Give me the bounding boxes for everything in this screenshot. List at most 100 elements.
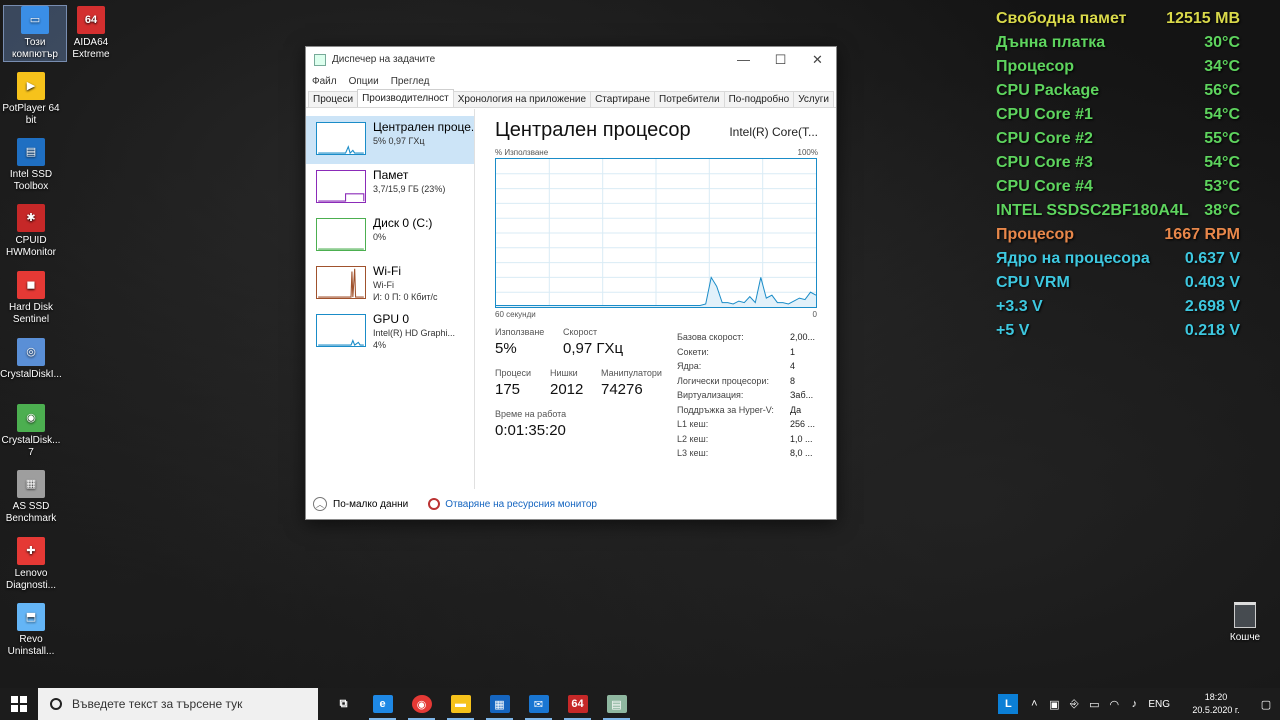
desktop-icon[interactable]: ▭ Този компютър xyxy=(3,5,67,62)
sensor-value: 0.637 V xyxy=(1184,250,1240,267)
tab-details[interactable]: По-подробно xyxy=(723,91,795,107)
sensor-value: 54°C xyxy=(1204,106,1240,123)
resource-item[interactable]: Памет 3,7/15,9 ГБ (23%) xyxy=(306,164,474,212)
desktop-icon[interactable]: ◎ CrystalDiskI... xyxy=(0,338,62,381)
crystaldiskinfo-icon: ◎ xyxy=(17,338,45,366)
resource-text: Wi-Fi Wi-Fi И: 0 П: 0 Кбит/с xyxy=(373,264,473,303)
tab-processes[interactable]: Процеси xyxy=(308,91,359,107)
taskbar-app[interactable]: ▬ xyxy=(441,688,480,720)
tray-usb-icon[interactable]: ⎆ xyxy=(1064,698,1084,711)
desktop-icon[interactable]: ◉ CrystalDisk... 7 xyxy=(0,404,62,459)
title-bar[interactable]: Диспечер на задачите — ☐ ✕ xyxy=(306,47,836,72)
fewer-details-button[interactable]: По-малко данни xyxy=(333,499,408,510)
task-manager-window[interactable]: Диспечер на задачите — ☐ ✕ Файл Опции Пр… xyxy=(305,46,837,520)
close-button[interactable]: ✕ xyxy=(799,52,836,68)
spec-key: Логически процесори: xyxy=(677,375,769,386)
desktop-icon[interactable]: ⬒ Revo Uninstall... xyxy=(0,603,62,658)
notifications-icon[interactable]: ▢ xyxy=(1252,698,1280,711)
desktop-icon-label: AIDA64 Extreme xyxy=(72,37,110,60)
taskbar-app[interactable]: ✉ xyxy=(519,688,558,720)
revo-uninstaller-icon: ⬒ xyxy=(17,603,45,631)
tray-device-icon[interactable]: ▣ xyxy=(1044,698,1064,711)
resource-detail: 3,7/15,9 ГБ (23%) xyxy=(373,184,446,194)
tray-chevron-icon[interactable]: ˄ xyxy=(1024,698,1044,710)
language-indicator[interactable]: ENG xyxy=(1148,699,1170,710)
aida64-taskbar-icon: 64 xyxy=(567,695,588,713)
volume-icon[interactable]: ♪ xyxy=(1124,698,1144,710)
taskbar-app[interactable]: ▦ xyxy=(480,688,519,720)
sensor-value: 53°C xyxy=(1204,178,1240,195)
sensor-label: +5 V xyxy=(996,322,1030,339)
resource-sparkline xyxy=(316,170,366,203)
resource-item[interactable]: Диск 0 (C:) 0% xyxy=(306,212,474,260)
tab-users[interactable]: Потребители xyxy=(654,91,725,107)
taskbar-app[interactable]: 64 xyxy=(558,688,597,720)
speed-value: 0,97 ГХц xyxy=(563,340,624,357)
sensor-value: 2.698 V xyxy=(1184,298,1240,315)
resource-item[interactable]: Централен проце... 5% 0,97 ГХц xyxy=(306,116,474,164)
desktop-icon[interactable]: ▶ PotPlayer 64 bit xyxy=(0,72,62,127)
resource-item[interactable]: Wi-Fi Wi-Fi И: 0 П: 0 Кбит/с xyxy=(306,260,474,308)
desktop-icon[interactable]: ✚ Lenovo Diagnosti... xyxy=(0,537,62,592)
open-resource-monitor-link[interactable]: Отваряне на ресурсния монитор xyxy=(445,499,597,510)
taskmgr-taskbar-icon: ▤ xyxy=(606,695,627,713)
task-manager-icon xyxy=(314,53,326,66)
sensor-label: CPU Core #4 xyxy=(996,178,1093,195)
wifi-icon[interactable]: ◠ xyxy=(1104,698,1124,711)
chevron-up-icon[interactable]: ︿ xyxy=(313,497,327,511)
resource-item[interactable]: GPU 0 Intel(R) HD Graphi... 4% xyxy=(306,308,474,356)
taskbar-app[interactable]: ⧉ xyxy=(324,688,363,720)
taskbar-app[interactable]: ▤ xyxy=(597,688,636,720)
handles-value: 74276 xyxy=(601,381,643,398)
sensor-value: 34°C xyxy=(1204,58,1240,75)
cpu-graph-svg xyxy=(496,159,817,307)
desktop-icon[interactable]: 64 AIDA64 Extreme xyxy=(60,6,122,61)
battery-icon[interactable]: ▭ xyxy=(1084,698,1104,711)
sensor-label: +3.3 V xyxy=(996,298,1043,315)
menu-bar: Файл Опции Преглед xyxy=(306,72,836,90)
sensor-label: CPU Core #2 xyxy=(996,130,1093,147)
tab-services[interactable]: Услуги xyxy=(793,91,834,107)
menu-view[interactable]: Преглед xyxy=(391,76,430,87)
crystaldiskmark-icon: ◉ xyxy=(17,404,45,432)
desktop-icon-label: AS SSD Benchmark xyxy=(5,501,57,524)
sensor-label: Дънна платка xyxy=(996,34,1106,51)
tab-startup[interactable]: Стартиране xyxy=(590,91,656,107)
menu-options[interactable]: Опции xyxy=(349,76,379,87)
hwmonitor-icon: ✱ xyxy=(17,204,45,232)
sensor-row: INTEL SSDSC2BF180A4L 38°C xyxy=(996,199,1240,223)
maximize-button[interactable]: ☐ xyxy=(762,52,799,68)
desktop-icon[interactable]: ✱ CPUID HWMonitor xyxy=(0,204,62,259)
spec-row: Сокети: 1 xyxy=(677,345,827,360)
taskbar-app[interactable]: e xyxy=(363,688,402,720)
sensor-row: CPU Core #4 53°C xyxy=(996,175,1240,199)
utilization-value: 5% xyxy=(495,340,517,357)
speed-label: Скорост xyxy=(563,327,598,337)
tab-performance[interactable]: Производителност xyxy=(357,89,454,107)
resource-name: GPU 0 xyxy=(373,312,410,326)
desktop-icon-label: Revo Uninstall... xyxy=(7,634,55,657)
edge-icon: e xyxy=(372,695,393,713)
tray-app-l-icon[interactable]: L xyxy=(998,694,1019,714)
processes-value: 175 xyxy=(495,381,521,398)
resource-text: Централен проце... 5% 0,97 ГХц xyxy=(373,120,473,147)
menu-file[interactable]: Файл xyxy=(312,76,337,87)
minimize-button[interactable]: — xyxy=(725,52,762,68)
clock[interactable]: 18:20 20.5.2020 г. xyxy=(1180,691,1252,717)
tab-app-history[interactable]: Хронология на приложение xyxy=(452,91,592,107)
graph-label-zero: 0 xyxy=(812,310,817,319)
recycle-bin[interactable]: Кошче xyxy=(1222,602,1268,643)
taskbar-app[interactable]: ◉ xyxy=(402,688,441,720)
desktop-icon[interactable]: ◼ Hard Disk Sentinel xyxy=(0,271,62,326)
sensor-value: 55°C xyxy=(1204,130,1240,147)
desktop-icon[interactable]: ▦ AS SSD Benchmark xyxy=(0,470,62,525)
resource-detail-2: И: 0 П: 0 Кбит/с xyxy=(373,292,438,302)
search-placeholder: Въведете текст за търсене тук xyxy=(72,697,243,711)
start-button[interactable] xyxy=(0,688,38,720)
spec-key: Ядра: xyxy=(677,361,702,371)
taskbar-search-box[interactable]: Въведете текст за търсене тук xyxy=(38,688,318,720)
sensor-value: 38°C xyxy=(1204,202,1240,219)
spec-row: Базова скорост: 2,00... xyxy=(677,330,827,345)
spec-value: 4 xyxy=(790,361,796,371)
desktop-icon[interactable]: ▤ Intel SSD Toolbox xyxy=(0,138,62,193)
